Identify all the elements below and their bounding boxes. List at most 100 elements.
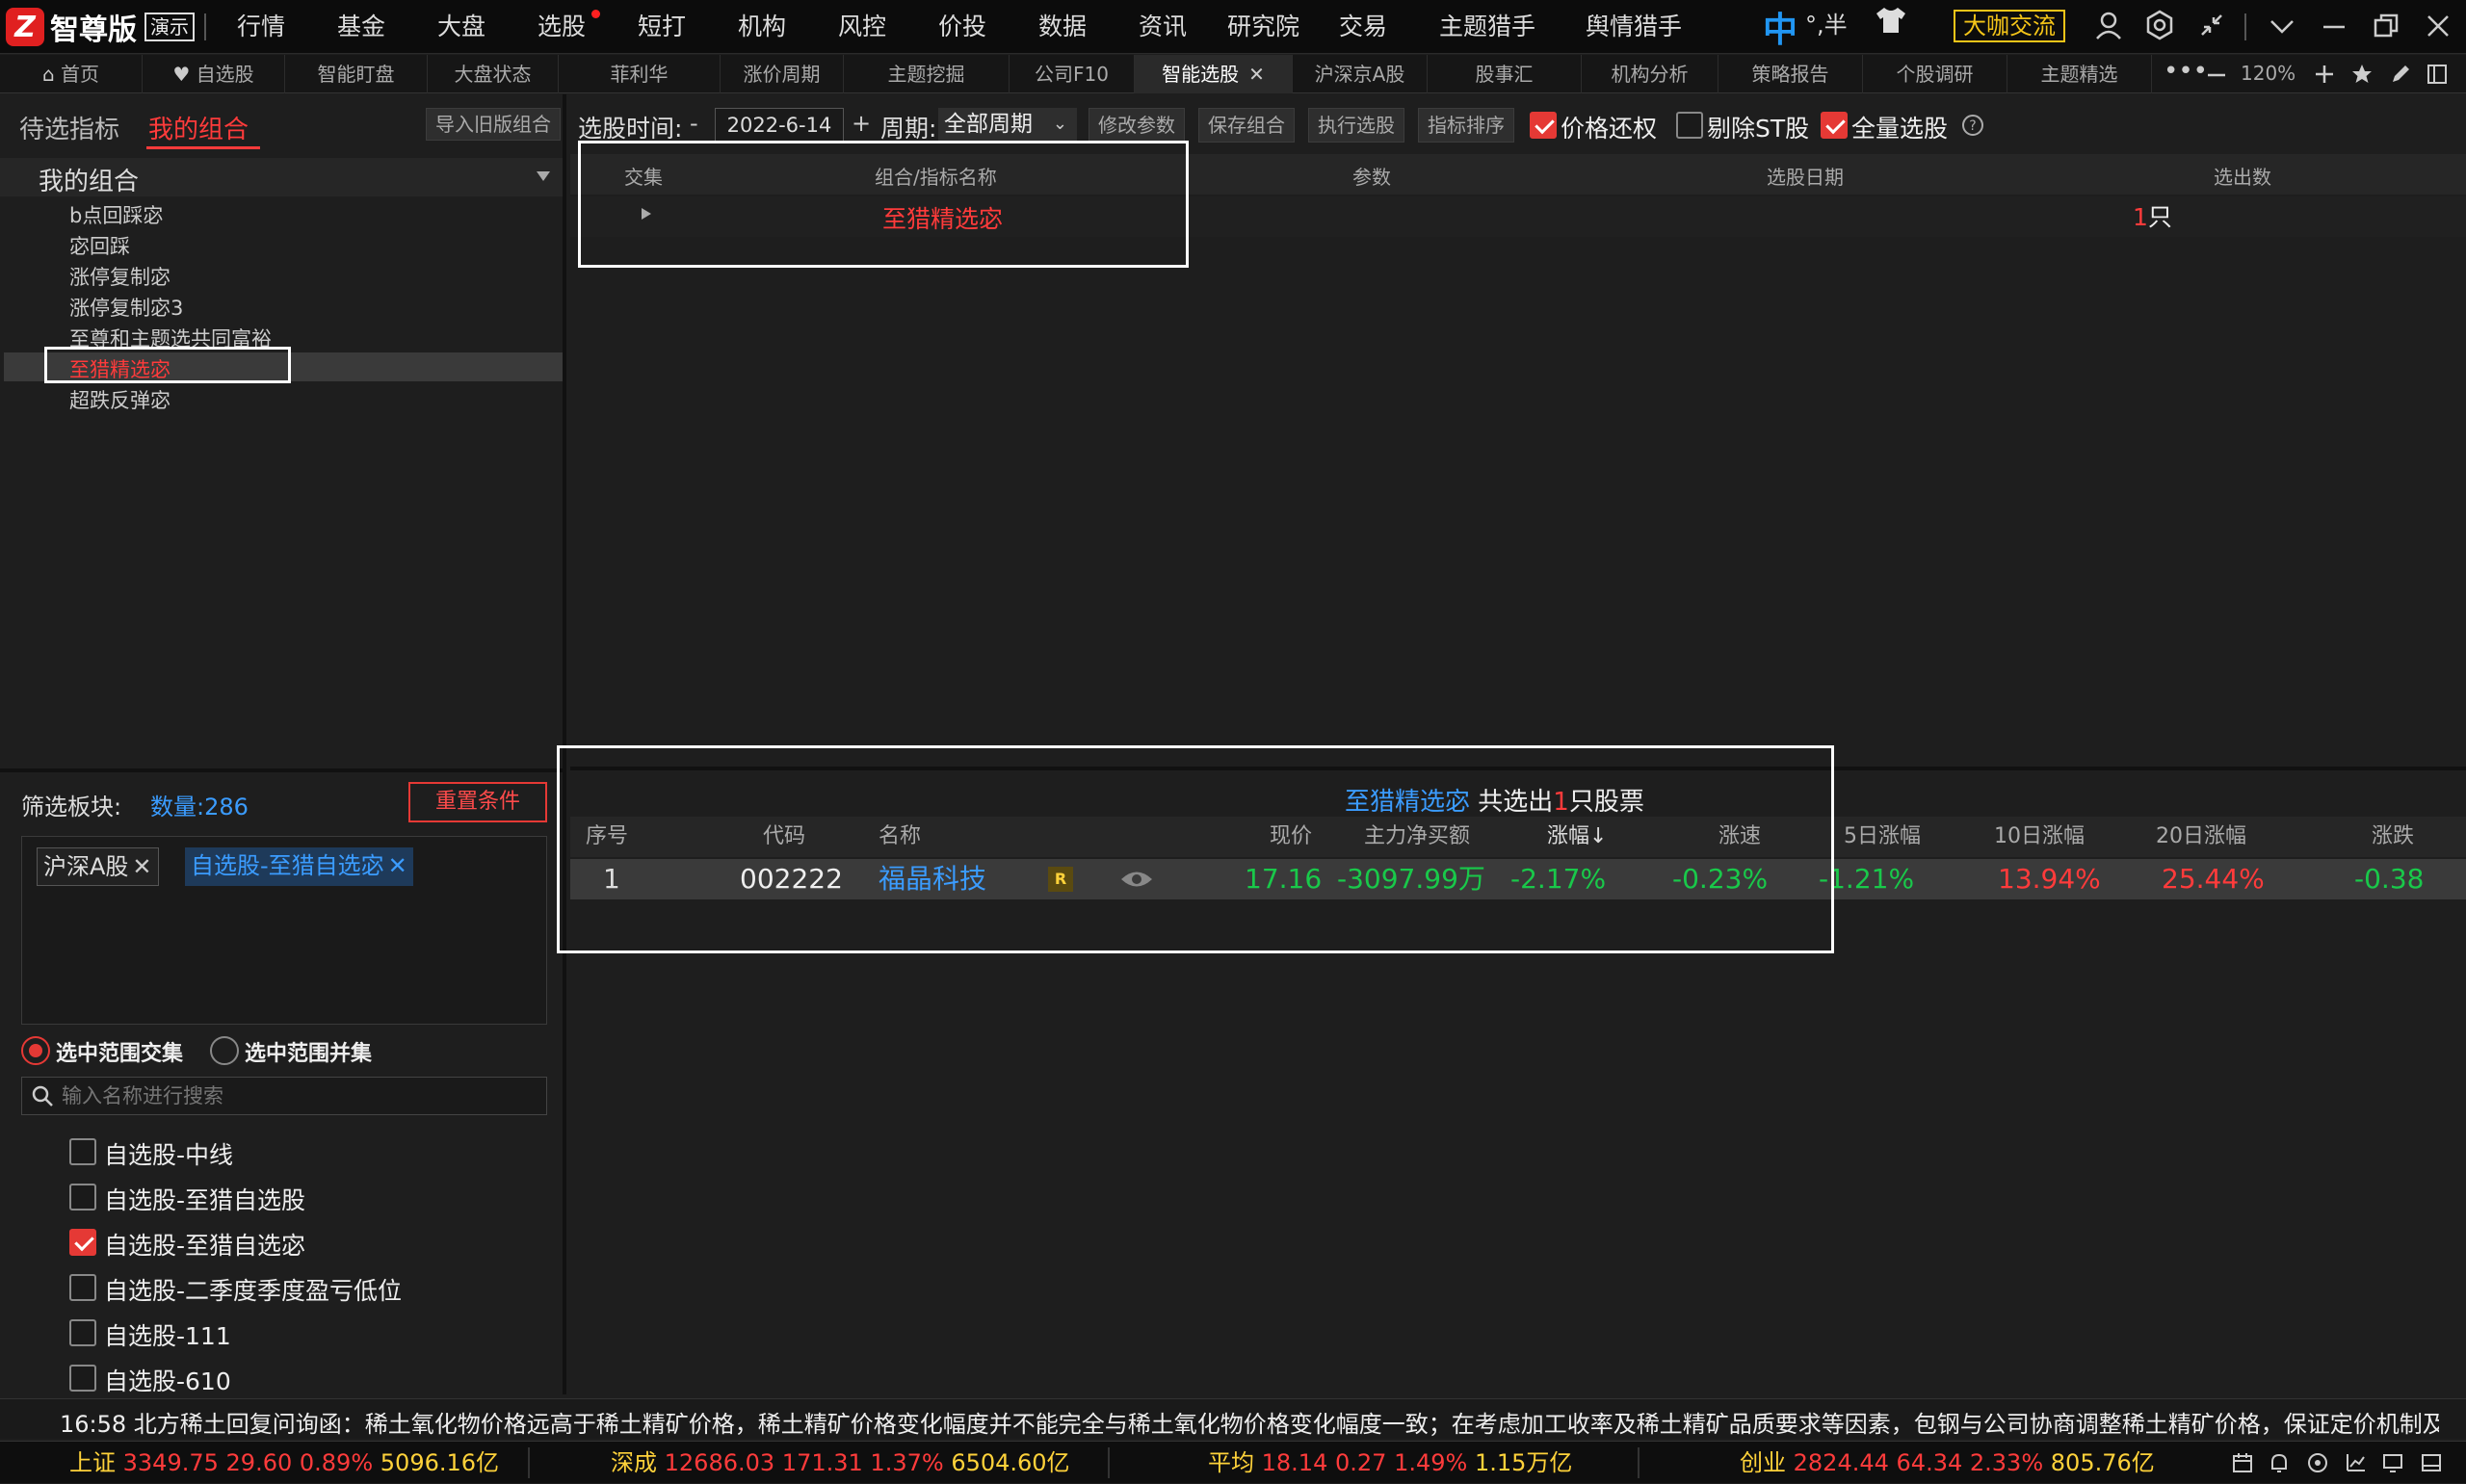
- date-input[interactable]: 2022-6-14: [715, 108, 844, 143]
- news-ticker[interactable]: 16:58 北方稀土回复问询函：稀土氧化物价格远高于稀土精矿价格，稀土精矿价格变…: [0, 1398, 2466, 1439]
- zoom-out-icon[interactable]: [2206, 65, 2227, 86]
- caret-down-icon[interactable]: [536, 169, 551, 183]
- sector-option-label[interactable]: 自选股-二季度季度盈亏低位: [104, 1272, 402, 1307]
- reset-conditions-button[interactable]: 重置条件: [408, 782, 547, 822]
- sector-option-label[interactable]: 自选股-中线: [104, 1136, 233, 1171]
- index-sh[interactable]: 上证 3349.75 29.60 0.89% 5096.16亿: [69, 1442, 499, 1484]
- full-select-checkbox[interactable]: [1821, 112, 1848, 139]
- sector-option-label[interactable]: 自选股-至猎自选宓: [104, 1227, 305, 1262]
- tag-remove-icon[interactable]: ✕: [388, 852, 407, 879]
- date-next-button[interactable]: +: [852, 110, 871, 137]
- tab-strategy-report[interactable]: 策略报告: [1718, 55, 1863, 93]
- calendar-icon[interactable]: [2231, 1451, 2254, 1474]
- combo-item[interactable]: 宓回踩: [69, 231, 130, 260]
- indicator-sort-button[interactable]: 指标排序: [1418, 108, 1514, 143]
- tab-company-f10[interactable]: 公司F10: [1010, 55, 1135, 93]
- sector-checkbox[interactable]: [69, 1365, 96, 1392]
- bell-icon[interactable]: [2268, 1451, 2291, 1474]
- sector-checkbox[interactable]: [69, 1138, 96, 1165]
- index-avg[interactable]: 平均 18.14 0.27 1.49% 1.15万亿: [1208, 1442, 1572, 1484]
- edit-icon[interactable]: [2389, 63, 2412, 86]
- tab-my-combos[interactable]: 我的组合: [148, 110, 249, 145]
- combo-item[interactable]: 涨停复制宓: [69, 262, 171, 291]
- monitor-icon[interactable]: [2381, 1451, 2404, 1474]
- modify-params-button[interactable]: 修改参数: [1089, 108, 1185, 143]
- skin-shirt-icon[interactable]: [1875, 6, 1907, 35]
- app-logo[interactable]: Z 智尊版 演示: [6, 8, 195, 47]
- tab-theme-mining[interactable]: 主题挖掘: [844, 55, 1010, 93]
- menu-theme-hunter[interactable]: 主题猎手: [1439, 10, 1535, 44]
- tab-stock-research[interactable]: 个股调研: [1863, 55, 2007, 93]
- menu-trade[interactable]: 交易: [1339, 10, 1387, 44]
- exclude-st-checkbox[interactable]: [1676, 112, 1703, 139]
- ime-mode[interactable]: °,半: [1805, 6, 1848, 39]
- expert-chat-button[interactable]: 大咖交流: [1954, 10, 2065, 42]
- tab-close-icon[interactable]: ✕: [1248, 63, 1265, 86]
- tab-institution-analysis[interactable]: 机构分析: [1582, 55, 1718, 93]
- ticker-text[interactable]: 16:58 北方稀土回复问询函：稀土氧化物价格远高于稀土精矿价格，稀土精矿价格变…: [60, 1405, 2439, 1439]
- col-price-diff[interactable]: 涨跌: [2372, 817, 2414, 857]
- menu-index[interactable]: 大盘: [437, 10, 485, 44]
- menu-institution[interactable]: 机构: [738, 10, 786, 44]
- menu-news[interactable]: 资讯: [1139, 10, 1187, 44]
- combo-item[interactable]: 超跌反弹宓: [69, 385, 171, 414]
- window-icon[interactable]: [2420, 1451, 2443, 1474]
- col-10d-change[interactable]: 10日涨幅: [1994, 817, 2085, 857]
- restore-icon[interactable]: [2372, 12, 2400, 40]
- tab-home[interactable]: ⌂ 首页: [0, 55, 143, 93]
- menu-value[interactable]: 价投: [938, 10, 986, 44]
- tab-a-shares[interactable]: 沪深京A股: [1293, 55, 1428, 93]
- sector-search-input[interactable]: [62, 1079, 543, 1113]
- col-20d-change[interactable]: 20日涨幅: [2156, 817, 2246, 857]
- price-adjust-checkbox[interactable]: [1530, 112, 1557, 139]
- sector-checkbox-checked[interactable]: [69, 1229, 96, 1256]
- sector-option-label[interactable]: 自选股-111: [104, 1317, 231, 1352]
- combo-item[interactable]: b点回踩宓: [69, 200, 163, 229]
- tab-theme-pick[interactable]: 主题精选: [2007, 55, 2152, 93]
- combo-item[interactable]: 涨停复制宓3: [69, 293, 183, 322]
- tab-feilihua[interactable]: 菲利华: [559, 55, 721, 93]
- menu-stock-select[interactable]: 选股: [538, 10, 586, 44]
- menu-short[interactable]: 短打: [638, 10, 686, 44]
- tag-remove-icon[interactable]: ✕: [132, 853, 151, 880]
- intersection-radio[interactable]: [21, 1036, 50, 1065]
- chevron-down-icon[interactable]: [2268, 13, 2296, 39]
- run-select-button[interactable]: 执行选股: [1308, 108, 1404, 143]
- menu-research[interactable]: 研究院: [1227, 10, 1299, 44]
- menu-data[interactable]: 数据: [1038, 10, 1087, 44]
- star-icon[interactable]: [2350, 63, 2374, 86]
- tab-stock-events[interactable]: 股事汇: [1428, 55, 1582, 93]
- import-old-combo-button[interactable]: 导入旧版组合: [426, 108, 561, 141]
- tab-smart-select[interactable]: 智能选股 ✕: [1135, 55, 1293, 93]
- menu-sentiment-hunter[interactable]: 舆情猎手: [1586, 10, 1682, 44]
- settings-hex-icon[interactable]: [2144, 10, 2175, 40]
- index-cy[interactable]: 创业 2824.44 64.34 2.33% 805.76亿: [1740, 1442, 2155, 1484]
- tab-watchlist[interactable]: ♥ 自选股: [143, 55, 285, 93]
- menu-fund[interactable]: 基金: [337, 10, 385, 44]
- more-icon[interactable]: •••: [2164, 57, 2208, 86]
- sector-checkbox[interactable]: [69, 1319, 96, 1346]
- layout-icon[interactable]: [2426, 63, 2449, 86]
- date-prev-button[interactable]: -: [690, 110, 698, 137]
- sector-option-label[interactable]: 自选股-610: [104, 1363, 231, 1397]
- index-sz[interactable]: 深成 12686.03 171.31 1.37% 6504.60亿: [611, 1442, 1070, 1484]
- ime-indicator[interactable]: 中: [1763, 2, 1797, 52]
- period-select[interactable]: 全部周期 ⌄: [938, 108, 1077, 143]
- panel-splitter[interactable]: [0, 768, 563, 772]
- user-icon[interactable]: [2094, 12, 2123, 40]
- sector-checkbox[interactable]: [69, 1184, 96, 1211]
- union-radio[interactable]: [210, 1036, 239, 1065]
- close-icon[interactable]: [2424, 12, 2453, 40]
- target-icon[interactable]: [2306, 1451, 2329, 1474]
- compress-icon[interactable]: [2198, 12, 2225, 39]
- tab-candidate-indicators[interactable]: 待选指标: [19, 110, 119, 145]
- menu-market[interactable]: 行情: [237, 10, 285, 44]
- menu-risk[interactable]: 风控: [838, 10, 886, 44]
- tab-market-status[interactable]: 大盘状态: [428, 55, 559, 93]
- minimize-icon[interactable]: [2320, 13, 2348, 39]
- col-5d-change[interactable]: 5日涨幅: [1844, 817, 1921, 857]
- zoom-in-icon[interactable]: [2314, 64, 2335, 85]
- tab-smart-watch[interactable]: 智能盯盘: [285, 55, 428, 93]
- sector-checkbox[interactable]: [69, 1274, 96, 1301]
- help-icon[interactable]: ?: [1961, 114, 1984, 137]
